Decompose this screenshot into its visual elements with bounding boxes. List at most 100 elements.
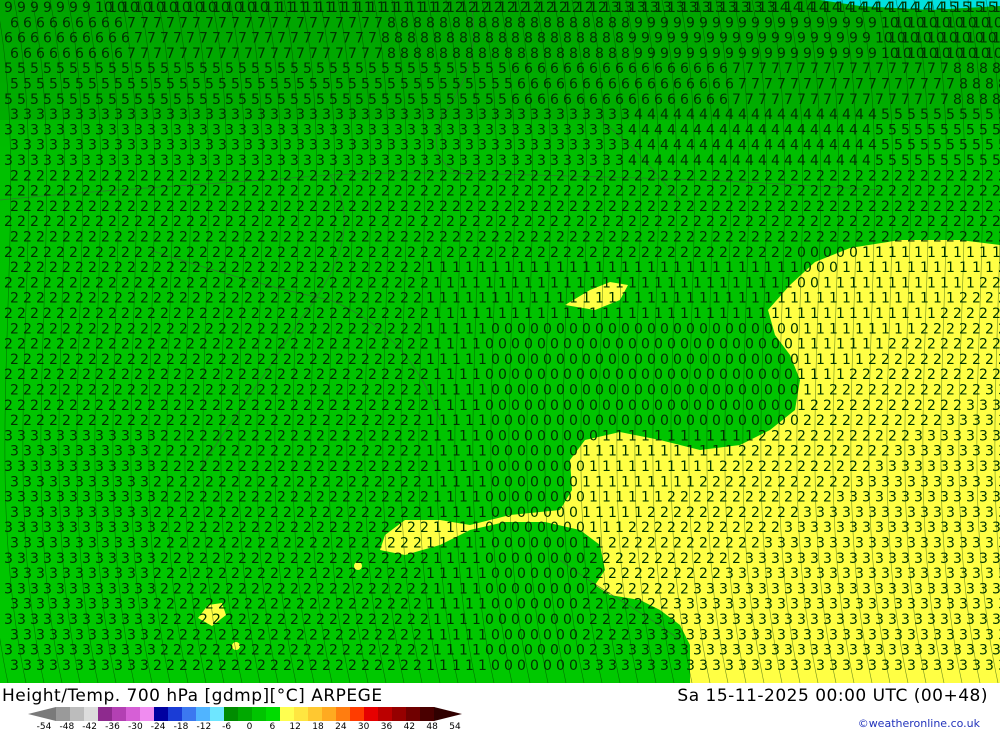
- contour-label: 3: [563, 122, 572, 138]
- contour-label: 8: [478, 15, 487, 31]
- contour-label: 3: [95, 551, 104, 567]
- credit-link[interactable]: ©weatheronline.co.uk: [858, 717, 980, 730]
- contour-label: 2: [342, 428, 351, 444]
- contour-label: 3: [849, 581, 858, 597]
- contour-label: 0: [829, 260, 838, 276]
- contour-label: 3: [82, 581, 91, 597]
- contour-label: 3: [225, 122, 234, 138]
- contour-label: 2: [413, 536, 422, 552]
- contour-label: 2: [316, 184, 325, 200]
- contour-label: 2: [485, 184, 494, 200]
- contour-label: 3: [920, 536, 929, 552]
- contour-label: 2: [309, 474, 318, 490]
- contour-label: 9: [660, 46, 669, 62]
- contour-label: 2: [348, 536, 357, 552]
- contour-label: 2: [868, 383, 877, 399]
- contour-label: 2: [277, 245, 286, 261]
- contour-label: 2: [420, 551, 429, 567]
- contour-label: 7: [836, 92, 845, 108]
- contour-label: 2: [784, 245, 793, 261]
- contour-label: 3: [979, 459, 988, 475]
- contour-label: 2: [381, 490, 390, 506]
- contour-label: 2: [641, 245, 650, 261]
- contour-label: 2: [504, 168, 513, 184]
- contour-label: 2: [36, 199, 45, 215]
- contour-label: 5: [342, 61, 351, 77]
- contour-label: 3: [608, 138, 617, 154]
- contour-label: 2: [888, 337, 897, 353]
- contour-label: 4: [810, 153, 819, 169]
- contour-label: 3: [914, 428, 923, 444]
- contour-label: 2: [335, 658, 344, 674]
- contour-label: 3: [69, 520, 78, 536]
- contour-label: 3: [82, 490, 91, 506]
- contour-label: 2: [277, 337, 286, 353]
- contour-label: 2: [400, 199, 409, 215]
- contour-label: 2: [836, 428, 845, 444]
- contour-label: 2: [69, 184, 78, 200]
- contour-label: 2: [4, 245, 13, 261]
- contour-label: 2: [43, 184, 52, 200]
- contour-label: 1: [621, 260, 630, 276]
- contour-label: 3: [244, 138, 253, 154]
- contour-label: 2: [160, 428, 169, 444]
- contour-label: 9: [816, 15, 825, 31]
- contour-label: 2: [634, 199, 643, 215]
- contour-label: 2: [888, 184, 897, 200]
- contour-label: 0: [537, 398, 546, 414]
- contour-label: 3: [127, 566, 136, 582]
- contour-label: 4: [764, 107, 773, 123]
- contour-label: 3: [56, 428, 65, 444]
- contour-label: 2: [524, 245, 533, 261]
- contour-label: 3: [30, 428, 39, 444]
- contour-label: 1: [446, 337, 455, 353]
- contour-label: 2: [576, 184, 585, 200]
- contour-label: 2: [823, 184, 832, 200]
- contour-label: 9: [634, 46, 643, 62]
- contour-label: 3: [745, 581, 754, 597]
- contour-label: 2: [699, 168, 708, 184]
- contour-label: 2: [290, 214, 299, 230]
- legend-swatch: [98, 707, 113, 721]
- contour-label: 1: [439, 383, 448, 399]
- contour-label: 1: [602, 306, 611, 322]
- contour-label: 1: [634, 260, 643, 276]
- contour-label: 0: [660, 352, 669, 368]
- contour-label: 2: [914, 398, 923, 414]
- contour-label: 1: [459, 367, 468, 383]
- contour-label: 2: [342, 337, 351, 353]
- contour-label: 6: [101, 46, 110, 62]
- contour-label: 2: [199, 551, 208, 567]
- contour-label: 3: [277, 122, 286, 138]
- contour-label: 2: [121, 275, 130, 291]
- contour-label: 9: [699, 15, 708, 31]
- contour-label: 1: [920, 260, 929, 276]
- contour-label: 3: [738, 597, 747, 613]
- legend-tick-label: -18: [173, 722, 189, 732]
- contour-label: 3: [751, 658, 760, 674]
- contour-label: 3: [927, 520, 936, 536]
- contour-label: 2: [842, 474, 851, 490]
- contour-label: 6: [88, 46, 97, 62]
- contour-label: 0: [498, 367, 507, 383]
- contour-label: 2: [186, 184, 195, 200]
- contour-label: 2: [719, 214, 728, 230]
- contour-label: 2: [179, 413, 188, 429]
- contour-label: 7: [855, 77, 864, 93]
- contour-label: 2: [374, 474, 383, 490]
- contour-label: 2: [179, 566, 188, 582]
- contour-label: 2: [140, 230, 149, 246]
- contour-label: 3: [745, 551, 754, 567]
- contour-label: 1: [459, 337, 468, 353]
- contour-label: 2: [10, 291, 19, 307]
- contour-label: 8: [439, 15, 448, 31]
- contour-label: 2: [517, 230, 526, 246]
- contour-label: 3: [426, 107, 435, 123]
- contour-label: 8: [530, 15, 539, 31]
- contour-label: 1: [647, 474, 656, 490]
- contour-label: 2: [407, 337, 416, 353]
- contour-label: 3: [829, 597, 838, 613]
- contour-label: 2: [413, 444, 422, 460]
- contour-label: 6: [719, 61, 728, 77]
- contour-label: 2: [901, 367, 910, 383]
